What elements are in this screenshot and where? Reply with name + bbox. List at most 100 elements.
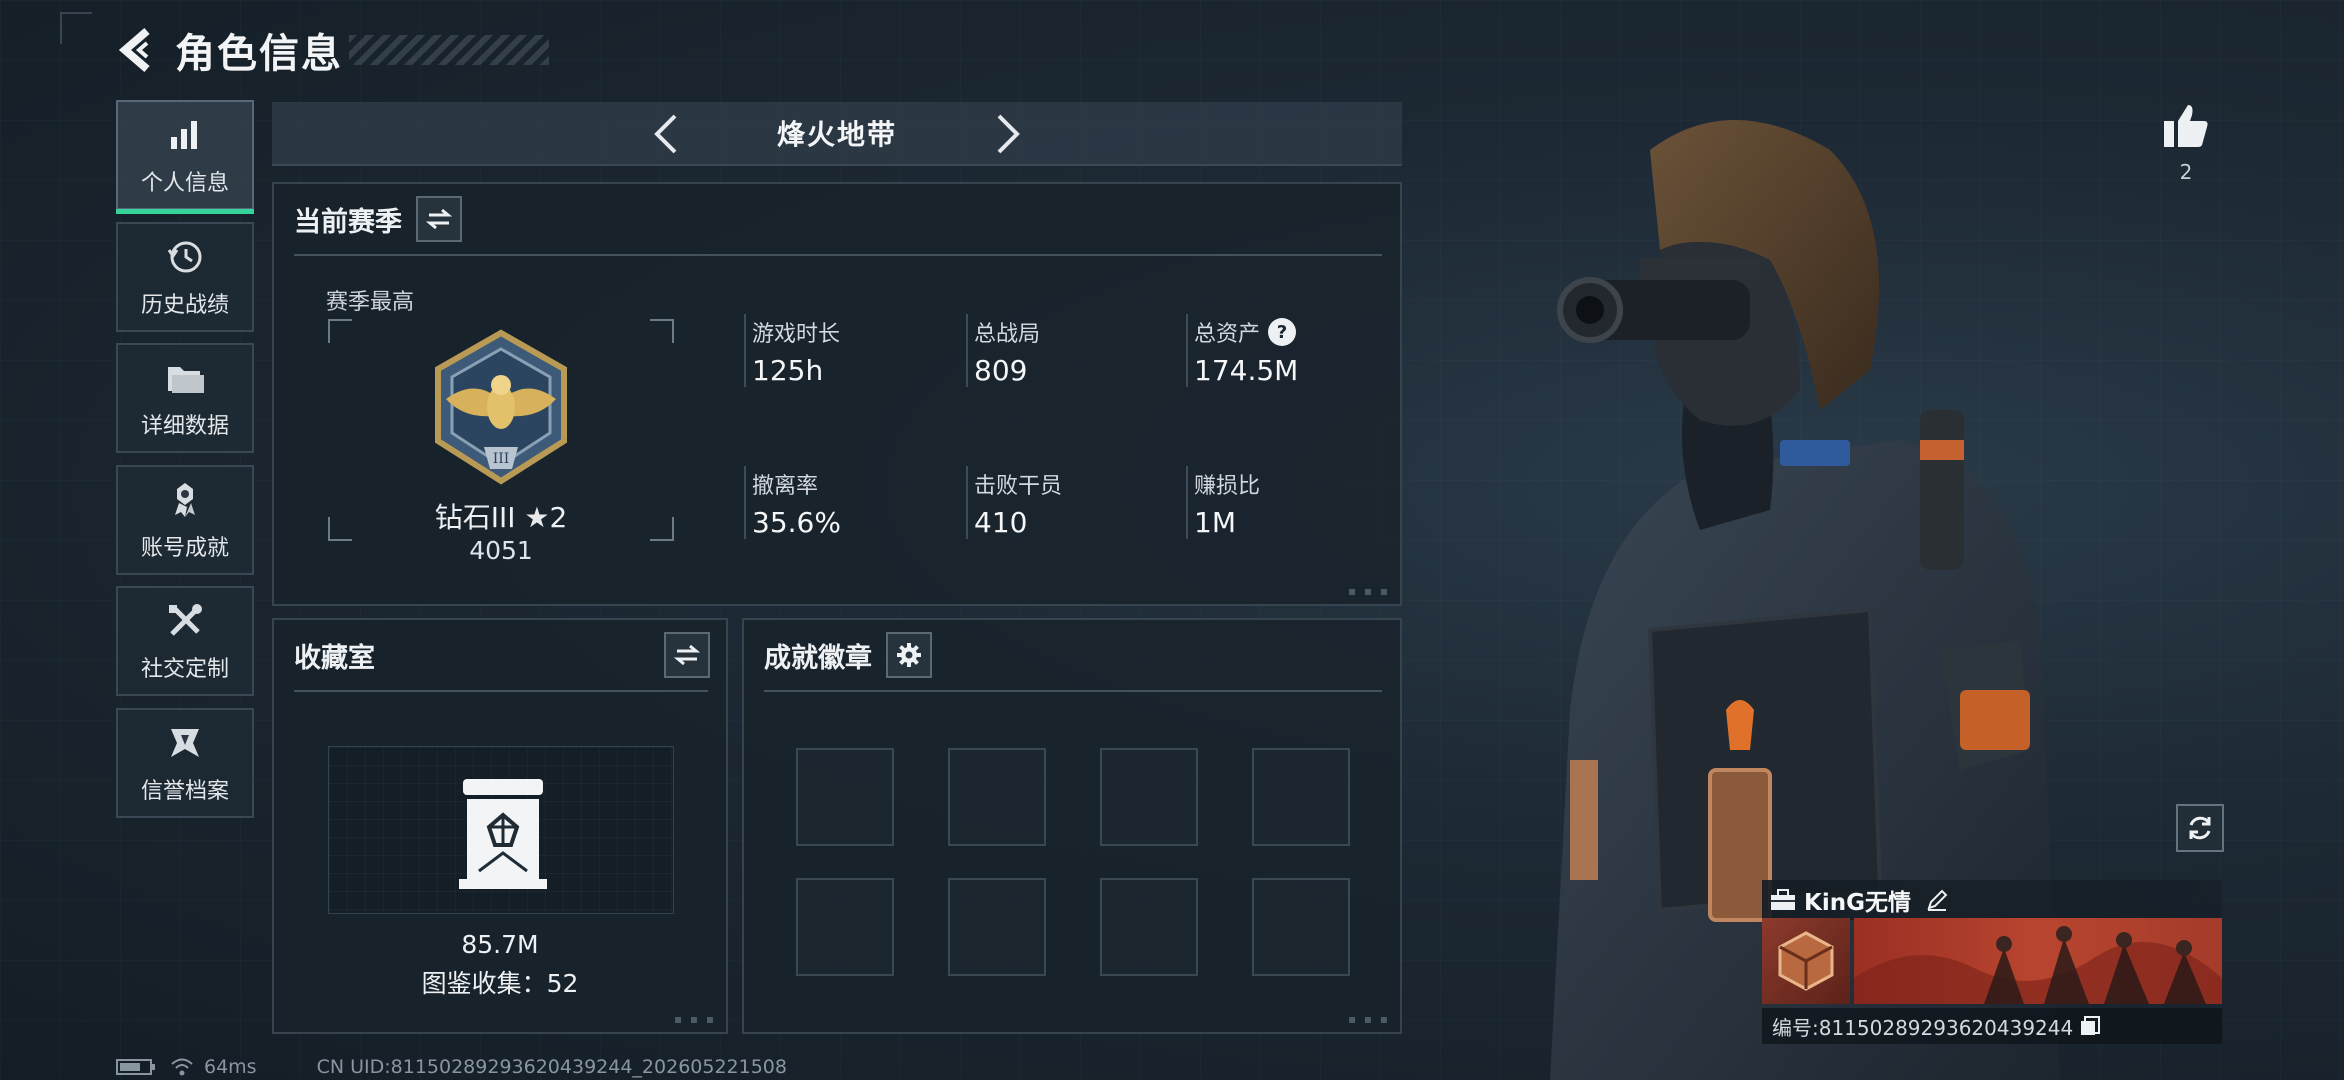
player-name-card: KinG无情: [1762, 880, 2222, 920]
stat-total-assets: 总资产 ? 174.5M: [1186, 314, 1386, 387]
season-swap-button[interactable]: [416, 196, 462, 242]
sidebar-item-label: 社交定制: [140, 657, 229, 682]
stat-label: 游戏时长: [752, 322, 841, 347]
achievement-title: 成就徽章: [764, 642, 872, 674]
sidebar-item-achievements[interactable]: 账号成就: [116, 464, 254, 575]
stat-total-matches: 总战局 809: [966, 314, 1166, 387]
achievement-icon: [163, 478, 207, 522]
badge-slot[interactable]: [796, 748, 894, 846]
stat-operators-defeated: 击败干员 410: [966, 466, 1166, 539]
stat-label-row: 总资产 ?: [1194, 314, 1386, 350]
corner-decoration: ▪ ▪ ▪: [673, 1012, 716, 1026]
badge-slot[interactable]: [796, 878, 894, 976]
badge-slot[interactable]: [948, 878, 1046, 976]
rank-score: 4051: [469, 536, 533, 565]
gear-icon: [897, 643, 921, 667]
collection-catalog: 图鉴收集：52: [421, 969, 579, 998]
crate-icon: [1778, 931, 1834, 991]
collection-panel: 收藏室 85.7M 图鉴收集：52 ▪ ▪ ▪: [272, 618, 728, 1034]
collection-value: 85.7M: [461, 930, 539, 959]
badge-slot[interactable]: [1252, 748, 1350, 846]
badge-slot[interactable]: [1100, 878, 1198, 976]
player-banner[interactable]: [1762, 918, 2222, 1004]
rank-emblem-icon: III: [435, 329, 567, 485]
stat-value: 410: [974, 506, 1028, 539]
history-clock-icon: [163, 235, 207, 279]
badge-slot[interactable]: [1252, 878, 1350, 976]
season-divider: [294, 254, 1382, 256]
sidebar-item-detail-data[interactable]: 详细数据: [116, 343, 254, 453]
collection-title: 收藏室: [294, 642, 375, 674]
badge-slot[interactable]: [948, 748, 1046, 846]
map-selector: 烽火地带: [272, 102, 1402, 166]
corner-decoration: ▪ ▪ ▪: [1347, 584, 1390, 598]
status-footer: 64ms CN UID:81150289293620439244_2026052…: [116, 1056, 787, 1078]
rank-name: 钻石III ★2: [328, 496, 674, 536]
map-title: 烽火地带: [776, 118, 897, 151]
rotate-character-button[interactable]: [2176, 804, 2224, 852]
collection-display[interactable]: [328, 746, 674, 914]
season-subtitle: 赛季最高: [326, 290, 415, 315]
stat-value: 35.6%: [752, 506, 841, 539]
back-arrow-icon: [118, 27, 150, 73]
edit-icon[interactable]: [1925, 888, 1949, 912]
help-icon[interactable]: ?: [1268, 318, 1297, 346]
swap-icon: [426, 208, 452, 230]
stat-value: 1M: [1194, 506, 1236, 539]
player-uid: 编号:8115028929362043924​4: [1772, 1015, 2074, 1040]
corner-decoration: [60, 12, 92, 44]
sidebar-item-reputation[interactable]: 信誉档案: [116, 707, 254, 818]
next-map-button[interactable]: [984, 110, 1032, 158]
page-header: 角色信息: [115, 22, 549, 78]
season-title: 当前赛季: [294, 206, 402, 238]
achievement-divider: [764, 690, 1382, 692]
sidebar-item-label: 账号成就: [140, 535, 229, 561]
sidebar-item-label: 个人信息: [140, 171, 229, 196]
achievement-panel: 成就徽章 ▪ ▪ ▪: [742, 618, 1402, 1034]
stat-value: 174.5M: [1194, 354, 1299, 387]
collection-panel-header: 收藏室: [294, 632, 710, 678]
battery-icon: [116, 1059, 155, 1075]
rank-stars: 2: [549, 501, 568, 534]
refresh-icon: [2189, 816, 2211, 840]
achievement-settings-button[interactable]: [886, 632, 932, 678]
season-panel-header: 当前赛季: [294, 196, 462, 242]
ping-value: 64ms: [204, 1056, 257, 1078]
star-icon: ★: [524, 501, 550, 534]
stat-profit-loss-ratio: 赚损比 1M: [1186, 466, 1386, 539]
stat-value: 809: [974, 354, 1028, 387]
collection-divider: [294, 690, 708, 692]
player-name: KinG无情: [1804, 890, 1911, 916]
prev-map-button[interactable]: [642, 110, 690, 158]
title-stripes: [349, 35, 549, 65]
briefcase-icon: [1771, 889, 1795, 910]
stat-label: 撤离率: [752, 474, 819, 499]
badge-slot[interactable]: [1100, 748, 1198, 846]
achievement-panel-header: 成就徽章: [764, 632, 932, 678]
like-count: 2: [2179, 160, 2193, 184]
bar-chart-icon: [163, 113, 207, 157]
stat-label: 赚损比: [1194, 474, 1261, 499]
back-button[interactable]: [115, 22, 159, 78]
stat-label: 总资产: [1194, 322, 1261, 347]
sidebar-item-social-custom[interactable]: 社交定制: [116, 586, 254, 696]
stat-label: 总战局: [974, 322, 1041, 347]
wifi-icon: [171, 1058, 193, 1076]
page-title: 角色信息: [175, 31, 343, 77]
like-button[interactable]: [2152, 92, 2220, 160]
stat-label: 击败干员: [974, 474, 1063, 499]
sidebar-item-history[interactable]: 历史战绩: [116, 221, 254, 332]
chevron-left-icon: [654, 114, 677, 154]
banner-art: [1854, 918, 2222, 1004]
sidebar-item-label: 信誉档案: [140, 778, 229, 804]
stat-value: 125h: [752, 354, 824, 387]
folder-icon: [163, 356, 207, 400]
sidebar-item-personal-info[interactable]: 个人信息: [116, 100, 254, 214]
copy-icon[interactable]: [2079, 1015, 2101, 1037]
thumbs-up-icon: [2164, 105, 2208, 147]
swap-icon: [674, 644, 700, 666]
svg-text:III: III: [493, 451, 510, 467]
collection-swap-button[interactable]: [664, 632, 710, 678]
stat-play-time: 游戏时长 125h: [744, 314, 944, 387]
collection-vault-icon: [459, 779, 547, 889]
